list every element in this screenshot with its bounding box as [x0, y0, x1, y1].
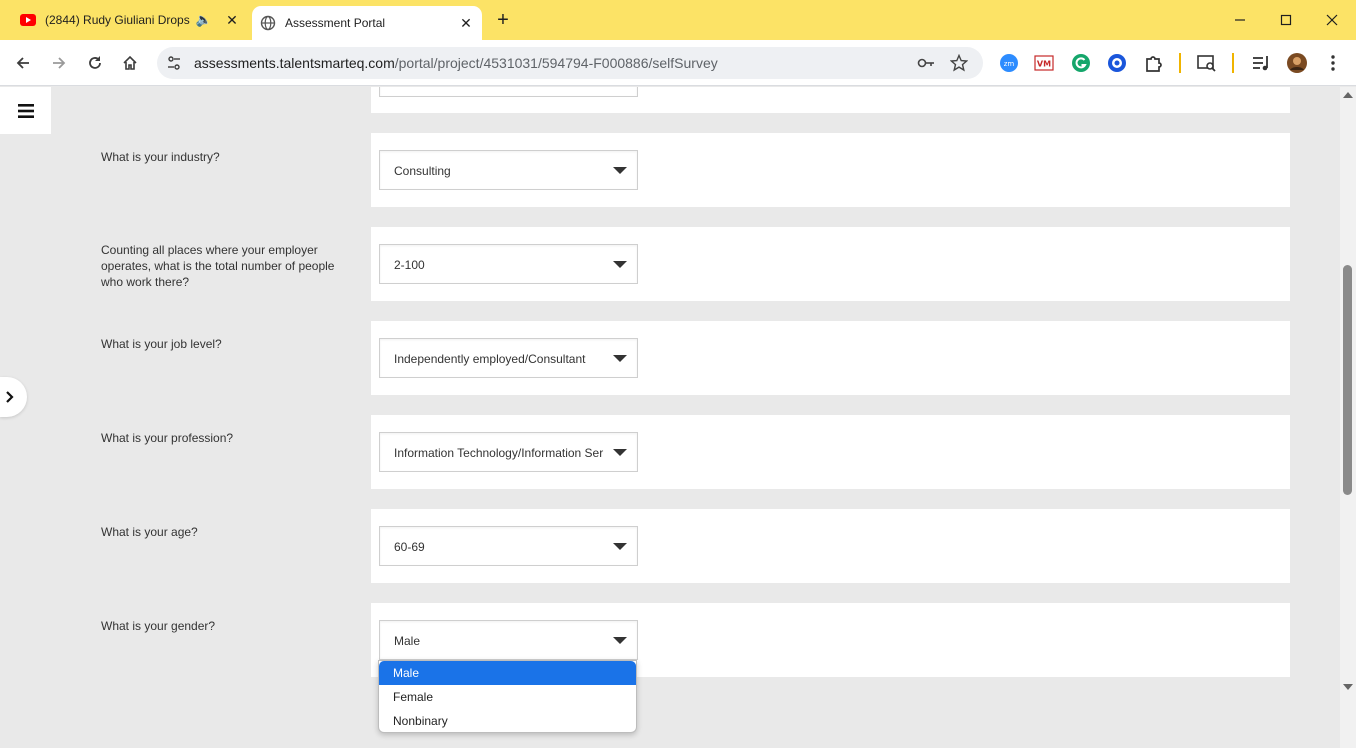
- caret-down-icon: [613, 167, 627, 174]
- question-label-job-level: What is your job level?: [101, 337, 222, 351]
- select-value: Male: [394, 634, 421, 648]
- profession-select[interactable]: Information Technology/Information Ser: [379, 432, 638, 472]
- select-field[interactable]: [379, 87, 638, 97]
- home-button[interactable]: [116, 49, 144, 77]
- profile-avatar[interactable]: [1287, 53, 1307, 73]
- svg-text:VM: VM: [1037, 60, 1051, 69]
- caret-down-icon: [613, 449, 627, 456]
- maximize-icon: [1280, 14, 1292, 26]
- tab-assessment-portal[interactable]: Assessment Portal ✕: [252, 6, 482, 40]
- browser-menu-button[interactable]: [1319, 49, 1347, 77]
- back-button[interactable]: [9, 49, 37, 77]
- back-arrow-icon: [16, 57, 29, 69]
- password-key-icon[interactable]: [917, 55, 935, 71]
- forward-arrow-icon: [53, 57, 66, 69]
- minimize-icon: [1235, 19, 1245, 21]
- page-content: What is your industry? Consulting Counti…: [0, 87, 1340, 748]
- chevron-right-icon: [6, 391, 14, 403]
- url-path: /portal/project/4531031/594794-F000886/s…: [394, 55, 718, 71]
- tab-title: Assessment Portal: [285, 16, 386, 30]
- site-info-icon[interactable]: [166, 55, 182, 71]
- scrollbar-thumb[interactable]: [1343, 265, 1352, 495]
- address-bar[interactable]: assessments.talentsmarteq.com/portal/pro…: [157, 47, 983, 79]
- question-card: [371, 87, 1290, 113]
- svg-text:zm: zm: [1004, 60, 1015, 68]
- puzzle-icon[interactable]: [1144, 53, 1164, 73]
- maximize-button[interactable]: [1263, 0, 1309, 40]
- option-male[interactable]: Male: [379, 661, 636, 685]
- close-window-button[interactable]: [1309, 0, 1355, 40]
- close-icon: [1326, 14, 1338, 26]
- home-icon: [123, 55, 137, 70]
- industry-select[interactable]: Consulting: [379, 150, 638, 190]
- option-nonbinary[interactable]: Nonbinary: [379, 709, 636, 732]
- scroll-down-arrow-icon[interactable]: [1343, 684, 1353, 690]
- question-card-industry: Consulting: [371, 133, 1290, 207]
- question-label-age: What is your age?: [101, 525, 198, 539]
- browser-toolbar: assessments.talentsmarteq.com/portal/pro…: [0, 40, 1356, 86]
- reload-icon: [89, 56, 101, 69]
- menu-button[interactable]: [0, 87, 51, 134]
- gender-select[interactable]: Male: [379, 620, 638, 660]
- employer-size-select[interactable]: 2-100: [379, 244, 638, 284]
- hamburger-icon: [17, 103, 34, 118]
- toolbar-divider: [1179, 53, 1181, 73]
- toolbar-divider: [1232, 53, 1234, 73]
- question-label-employer-size: Counting all places where your employer …: [101, 243, 335, 289]
- question-card-job-level: Independently employed/Consultant: [371, 321, 1290, 395]
- target-icon[interactable]: [1107, 53, 1127, 73]
- question-label-industry: What is your industry?: [101, 150, 220, 164]
- caret-down-icon: [613, 543, 627, 550]
- question-card-profession: Information Technology/Information Ser: [371, 415, 1290, 489]
- minimize-button[interactable]: [1217, 0, 1263, 40]
- vertical-scrollbar[interactable]: [1340, 87, 1356, 748]
- speaker-icon[interactable]: 🔈: [196, 12, 212, 28]
- vm-icon[interactable]: VM: [1034, 53, 1054, 73]
- url-text[interactable]: assessments.talentsmarteq.com/portal/pro…: [194, 55, 718, 71]
- forward-button[interactable]: [45, 49, 73, 77]
- job-level-select[interactable]: Independently employed/Consultant: [379, 338, 638, 378]
- age-select[interactable]: 60-69: [379, 526, 638, 566]
- question-label-profession: What is your profession?: [101, 431, 234, 445]
- question-label-gender: What is your gender?: [101, 619, 216, 633]
- tab-strip: (2844) Rudy Giuliani Drops 🔈 ✕ Assessmen…: [0, 0, 1356, 40]
- select-value: Independently employed/Consultant: [394, 352, 586, 366]
- tab-search-icon[interactable]: [1197, 53, 1217, 73]
- reload-button[interactable]: [81, 49, 109, 77]
- tab-title: (2844) Rudy Giuliani Drops: [45, 13, 190, 27]
- select-value: 2-100: [394, 258, 425, 272]
- close-tab-icon[interactable]: ✕: [222, 10, 242, 30]
- media-icon[interactable]: [1251, 53, 1271, 73]
- globe-icon: [260, 15, 276, 31]
- close-tab-icon[interactable]: ✕: [456, 13, 476, 33]
- caret-down-icon: [613, 355, 627, 362]
- scroll-up-arrow-icon[interactable]: [1343, 92, 1353, 98]
- sidebar-toggle[interactable]: [0, 377, 27, 417]
- bookmark-star-icon[interactable]: [950, 54, 968, 72]
- option-female[interactable]: Female: [379, 685, 636, 709]
- caret-down-icon: [613, 637, 627, 644]
- caret-down-icon: [613, 261, 627, 268]
- gender-dropdown-list: Male Female Nonbinary: [378, 660, 637, 733]
- youtube-icon: [20, 14, 36, 26]
- question-card-age: 60-69: [371, 509, 1290, 583]
- new-tab-button[interactable]: +: [492, 10, 514, 32]
- grammarly-icon[interactable]: [1071, 53, 1091, 73]
- zoom-icon[interactable]: zm: [999, 53, 1019, 73]
- tab-youtube[interactable]: (2844) Rudy Giuliani Drops 🔈 ✕: [8, 0, 248, 40]
- more-vertical-icon: [1331, 55, 1335, 71]
- select-value: Consulting: [394, 164, 451, 178]
- url-host: assessments.talentsmarteq.com: [194, 55, 395, 71]
- select-value: 60-69: [394, 540, 425, 554]
- question-card-employer-size: 2-100: [371, 227, 1290, 301]
- select-value: Information Technology/Information Ser: [394, 446, 604, 460]
